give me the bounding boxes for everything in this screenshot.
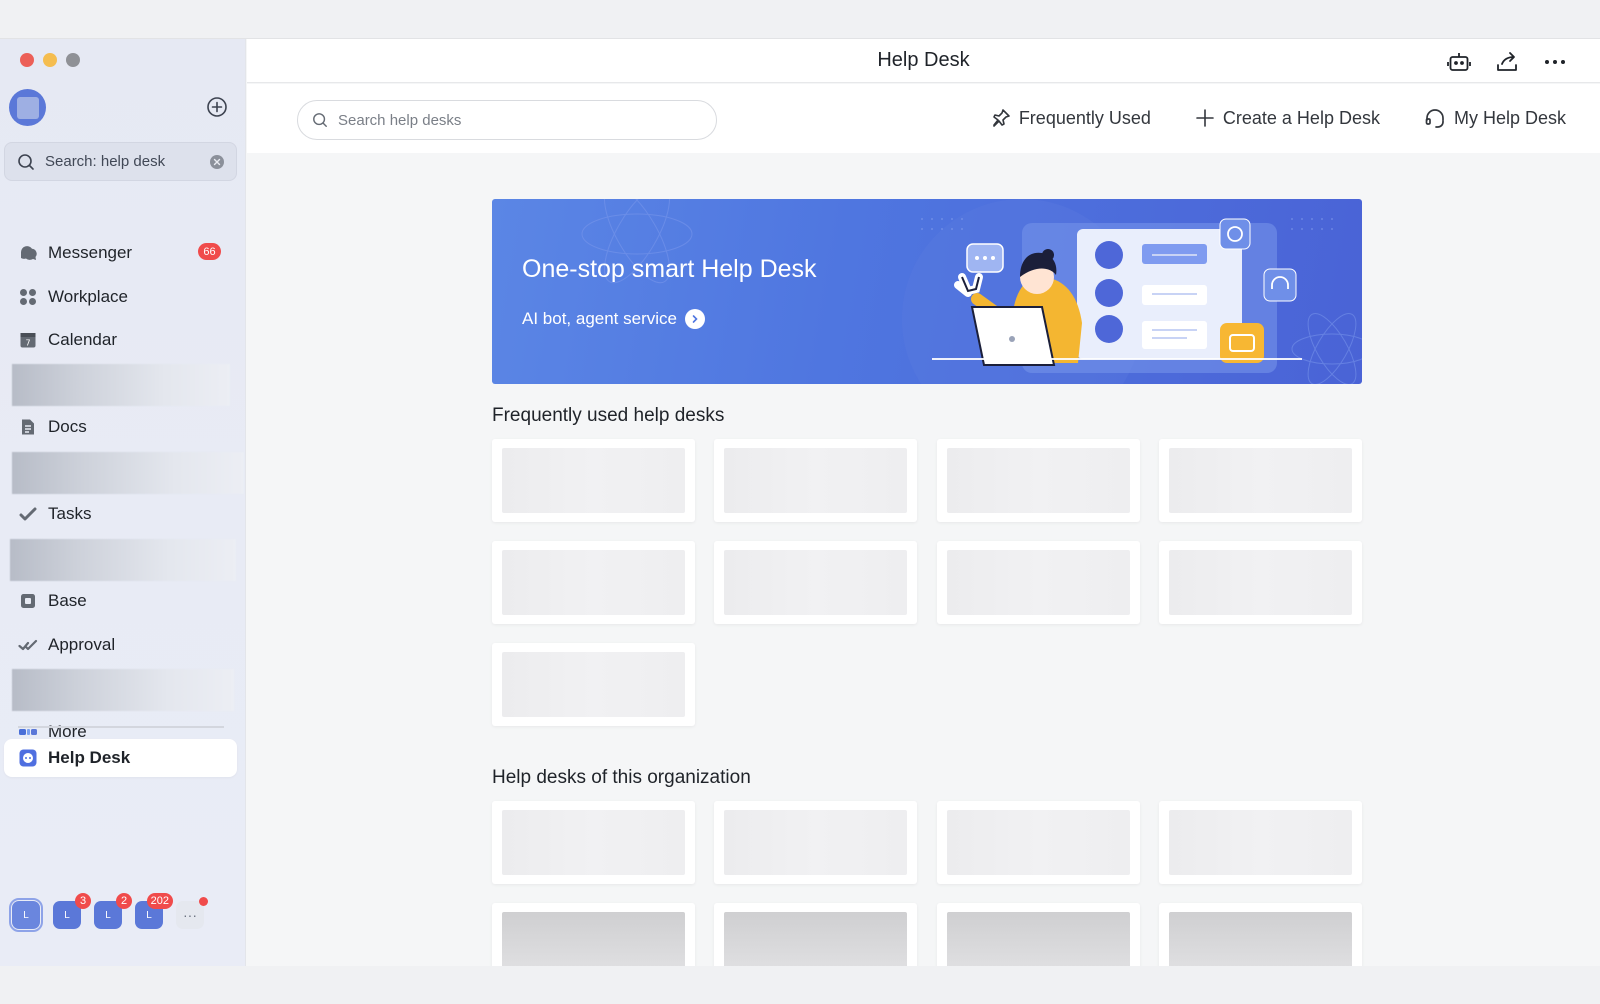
add-button[interactable]	[206, 96, 228, 118]
help-desk-card[interactable]	[492, 541, 695, 624]
organization-section-title: Help desks of this organization	[492, 767, 751, 788]
svg-text:7: 7	[25, 339, 30, 348]
sidebar-item-approval[interactable]: Approval	[4, 626, 237, 664]
sidebar-item-messenger[interactable]: Messenger 66	[4, 234, 237, 272]
help-desk-search[interactable]	[297, 100, 717, 140]
help-desk-card[interactable]	[1159, 541, 1362, 624]
page-title: Help Desk	[877, 49, 970, 71]
sidebar-item-workplace[interactable]: Workplace	[4, 278, 237, 316]
sidebar-divider	[18, 726, 224, 728]
sidebar-item-label: Messenger	[48, 243, 133, 262]
minimize-window-button[interactable]	[43, 53, 57, 67]
frequent-section-title: Frequently used help desks	[492, 405, 725, 426]
help-desk-card[interactable]	[714, 903, 917, 966]
help-desk-card[interactable]	[714, 801, 917, 884]
help-desk-card[interactable]	[937, 903, 1140, 966]
clear-search-icon[interactable]	[210, 154, 224, 169]
toolbar: Frequently Used Create a Help Desk My He…	[247, 84, 1600, 153]
search-icon	[313, 113, 327, 127]
window-controls	[20, 53, 80, 67]
sidebar-search[interactable]: Search: help desk	[4, 142, 237, 181]
redacted-item	[12, 452, 244, 494]
sidebar-item-calendar[interactable]: 7 Calendar	[4, 321, 237, 359]
sidebar-item-base[interactable]: Base	[4, 582, 237, 620]
help-desk-card[interactable]	[492, 643, 695, 726]
sidebar-item-label: Calendar	[48, 330, 117, 349]
app-window: Search: help desk Messenger 66 Workplace…	[0, 38, 1600, 966]
notification-dot	[199, 897, 208, 906]
help-desk-card[interactable]	[937, 541, 1140, 624]
title-bar: Help Desk	[247, 39, 1600, 83]
calendar-icon: 7	[18, 330, 38, 350]
sidebar-item-tasks[interactable]: Tasks	[4, 495, 237, 533]
unread-badge: 66	[198, 243, 221, 260]
sidebar-item-label: Approval	[48, 635, 116, 654]
sidebar-item-label: Base	[48, 591, 87, 610]
tenant-switcher: L L 3 L 2 L 202 ···	[9, 893, 208, 932]
tenant-badge: 2	[116, 893, 132, 909]
share-icon[interactable]	[1494, 49, 1520, 75]
sidebar-item-label: Help Desk	[48, 748, 131, 767]
help-desk-card[interactable]	[492, 903, 695, 966]
zoom-window-button[interactable]	[66, 53, 80, 67]
tenant-avatar[interactable]: L 202	[135, 893, 173, 929]
help-desk-card[interactable]	[937, 801, 1140, 884]
banner-link[interactable]: AI bot, agent service	[522, 309, 705, 329]
create-help-desk-button[interactable]: Create a Help Desk	[1195, 108, 1380, 129]
sidebar-search-text: Search: help desk	[45, 153, 166, 170]
tenant-avatar[interactable]: L	[9, 898, 43, 932]
sidebar-item-help-desk[interactable]: Help Desk	[4, 739, 237, 777]
approval-icon	[18, 635, 38, 655]
tenant-avatar[interactable]: L 3	[53, 893, 91, 929]
tenant-avatar[interactable]: L 2	[94, 893, 132, 929]
main-panel: Help Desk Search help desks Frequently U…	[247, 39, 1600, 966]
promo-banner[interactable]: One-stop smart Help Desk AI bot, agent s…	[492, 199, 1362, 384]
help-desk-card[interactable]	[937, 439, 1140, 522]
help-desk-card[interactable]	[1159, 439, 1362, 522]
messenger-icon	[18, 243, 38, 263]
help-desk-card[interactable]	[1159, 903, 1362, 966]
more-tenants-button[interactable]: ···	[176, 897, 208, 929]
help-desk-card[interactable]	[714, 439, 917, 522]
sidebar: Search: help desk Messenger 66 Workplace…	[0, 39, 246, 966]
robot-icon[interactable]	[1446, 49, 1472, 75]
plus-icon	[1196, 109, 1214, 127]
toolbar-actions: Frequently Used Create a Help Desk My He…	[991, 107, 1566, 129]
redacted-item	[12, 364, 230, 406]
banner-decoration	[581, 199, 1362, 384]
help-desk-card[interactable]	[1159, 801, 1362, 884]
help-desk-card[interactable]	[492, 801, 695, 884]
search-input[interactable]	[338, 111, 702, 129]
sidebar-item-docs[interactable]: Docs	[4, 408, 237, 446]
help-desk-icon	[18, 748, 38, 768]
base-icon	[18, 591, 38, 611]
sidebar-item-label: Workplace	[48, 287, 128, 306]
tenant-badge: 3	[75, 893, 91, 909]
help-desk-card[interactable]	[492, 439, 695, 522]
redacted-item	[12, 669, 234, 711]
help-desk-card[interactable]	[714, 541, 917, 624]
tenant-badge: 202	[146, 893, 173, 909]
tasks-icon	[18, 504, 38, 524]
close-window-button[interactable]	[20, 53, 34, 67]
pin-icon	[993, 109, 1010, 127]
docs-icon	[18, 417, 38, 437]
sidebar-item-label: Tasks	[48, 504, 92, 523]
title-bar-actions	[1446, 49, 1568, 75]
frequently-used-button[interactable]: Frequently Used	[991, 108, 1151, 129]
my-help-desk-button[interactable]: My Help Desk	[1424, 107, 1566, 129]
chevron-right-icon	[684, 309, 705, 329]
more-options-icon[interactable]	[1542, 49, 1568, 75]
search-icon	[18, 153, 34, 170]
workplace-icon	[18, 287, 38, 307]
sidebar-item-label: Docs	[48, 417, 87, 436]
redacted-item	[10, 539, 236, 581]
user-avatar[interactable]	[9, 89, 46, 126]
plus-circle-icon	[207, 97, 227, 117]
headset-icon	[1425, 109, 1444, 128]
banner-title: One-stop smart Help Desk	[522, 255, 817, 283]
